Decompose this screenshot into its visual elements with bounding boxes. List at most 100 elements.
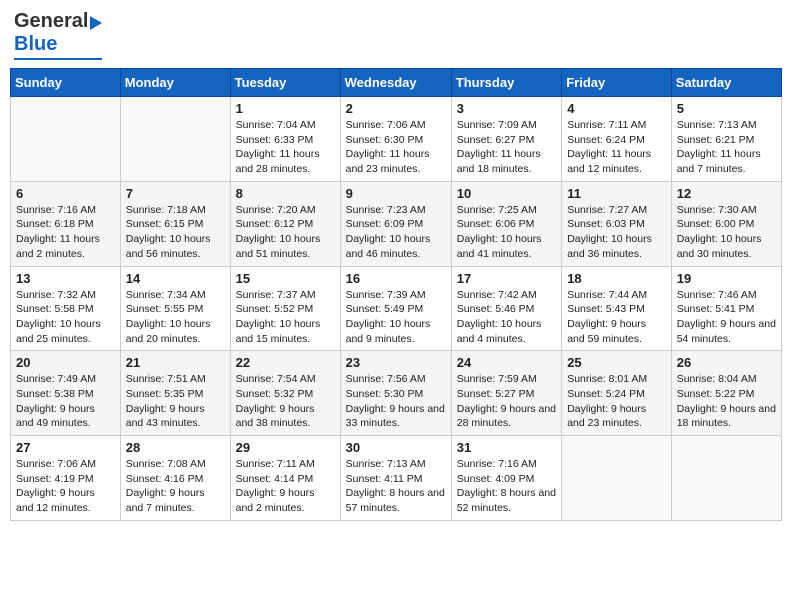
header-day-saturday: Saturday [671, 69, 781, 97]
day-detail: Sunrise: 7:30 AMSunset: 6:00 PMDaylight:… [677, 203, 776, 262]
day-number: 12 [677, 186, 776, 201]
day-detail: Sunrise: 7:06 AMSunset: 6:30 PMDaylight:… [346, 118, 446, 177]
day-detail: Sunrise: 7:46 AMSunset: 5:41 PMDaylight:… [677, 288, 776, 347]
day-detail: Sunrise: 7:25 AMSunset: 6:06 PMDaylight:… [457, 203, 556, 262]
header-day-friday: Friday [562, 69, 672, 97]
day-number: 6 [16, 186, 115, 201]
logo: General Blue [14, 10, 102, 60]
day-number: 15 [236, 271, 335, 286]
calendar-day-cell: 27 Sunrise: 7:06 AMSunset: 4:19 PMDayligh… [11, 436, 121, 521]
calendar-day-cell: 17 Sunrise: 7:42 AMSunset: 5:46 PMDayligh… [451, 266, 561, 351]
day-number: 24 [457, 355, 556, 370]
calendar-day-cell: 22Sunrise: 7:54 AMSunset: 5:32 PMDayligh… [230, 351, 340, 436]
calendar-day-cell: 31Sunrise: 7:16 AMSunset: 4:09 PMDayligh… [451, 436, 561, 521]
day-detail: Sunrise: 7:13 AMSunset: 4:11 PMDaylight:… [346, 457, 446, 516]
day-number: 28 [126, 440, 225, 455]
day-detail: Sunrise: 7:27 AMSunset: 6:03 PMDaylight:… [567, 203, 666, 262]
calendar-week-row: 6 Sunrise: 7:16 AMSunset: 6:18 PMDaylight… [11, 181, 782, 266]
calendar-day-cell: 15 Sunrise: 7:37 AMSunset: 5:52 PMDayligh… [230, 266, 340, 351]
day-number: 7 [126, 186, 225, 201]
day-detail: Sunrise: 7:08 AMSunset: 4:16 PMDaylight:… [126, 457, 225, 516]
day-number: 11 [567, 186, 666, 201]
calendar-day-cell: 3 Sunrise: 7:09 AMSunset: 6:27 PMDaylight… [451, 97, 561, 182]
calendar-day-cell [120, 97, 230, 182]
day-number: 8 [236, 186, 335, 201]
day-detail: Sunrise: 8:04 AMSunset: 5:22 PMDaylight:… [677, 372, 776, 431]
calendar-week-row: 13 Sunrise: 7:32 AMSunset: 5:58 PMDayligh… [11, 266, 782, 351]
header-day-tuesday: Tuesday [230, 69, 340, 97]
day-detail: Sunrise: 7:44 AMSunset: 5:43 PMDaylight:… [567, 288, 666, 347]
day-detail: Sunrise: 7:32 AMSunset: 5:58 PMDaylight:… [16, 288, 115, 347]
header-day-monday: Monday [120, 69, 230, 97]
calendar-day-cell: 13 Sunrise: 7:32 AMSunset: 5:58 PMDayligh… [11, 266, 121, 351]
calendar-day-cell: 19Sunrise: 7:46 AMSunset: 5:41 PMDayligh… [671, 266, 781, 351]
day-number: 3 [457, 101, 556, 116]
day-detail: Sunrise: 7:18 AMSunset: 6:15 PMDaylight:… [126, 203, 225, 262]
day-number: 21 [126, 355, 225, 370]
day-number: 29 [236, 440, 335, 455]
day-number: 9 [346, 186, 446, 201]
calendar-day-cell: 5 Sunrise: 7:13 AMSunset: 6:21 PMDaylight… [671, 97, 781, 182]
calendar-day-cell: 20Sunrise: 7:49 AMSunset: 5:38 PMDayligh… [11, 351, 121, 436]
calendar-day-cell: 2 Sunrise: 7:06 AMSunset: 6:30 PMDaylight… [340, 97, 451, 182]
day-detail: Sunrise: 7:59 AMSunset: 5:27 PMDaylight:… [457, 372, 556, 431]
day-number: 27 [16, 440, 115, 455]
day-number: 13 [16, 271, 115, 286]
day-number: 26 [677, 355, 776, 370]
calendar-day-cell: 21 Sunrise: 7:51 AMSunset: 5:35 PMDayligh… [120, 351, 230, 436]
calendar-day-cell: 26 Sunrise: 8:04 AMSunset: 5:22 PMDayligh… [671, 351, 781, 436]
day-number: 30 [346, 440, 446, 455]
day-detail: Sunrise: 7:34 AMSunset: 5:55 PMDaylight:… [126, 288, 225, 347]
calendar-day-cell: 10Sunrise: 7:25 AMSunset: 6:06 PMDayligh… [451, 181, 561, 266]
day-detail: Sunrise: 8:01 AMSunset: 5:24 PMDaylight:… [567, 372, 666, 431]
header-day-wednesday: Wednesday [340, 69, 451, 97]
calendar-day-cell: 11 Sunrise: 7:27 AMSunset: 6:03 PMDayligh… [562, 181, 672, 266]
day-detail: Sunrise: 7:09 AMSunset: 6:27 PMDaylight:… [457, 118, 556, 177]
day-number: 17 [457, 271, 556, 286]
day-detail: Sunrise: 7:23 AMSunset: 6:09 PMDaylight:… [346, 203, 446, 262]
calendar-day-cell: 29 Sunrise: 7:11 AMSunset: 4:14 PMDayligh… [230, 436, 340, 521]
day-number: 25 [567, 355, 666, 370]
day-detail: Sunrise: 7:16 AMSunset: 4:09 PMDaylight:… [457, 457, 556, 516]
day-number: 23 [346, 355, 446, 370]
calendar-day-cell: 9 Sunrise: 7:23 AMSunset: 6:09 PMDaylight… [340, 181, 451, 266]
day-detail: Sunrise: 7:42 AMSunset: 5:46 PMDaylight:… [457, 288, 556, 347]
calendar-week-row: 20Sunrise: 7:49 AMSunset: 5:38 PMDayligh… [11, 351, 782, 436]
calendar-day-cell: 30 Sunrise: 7:13 AMSunset: 4:11 PMDayligh… [340, 436, 451, 521]
calendar-day-cell [562, 436, 672, 521]
calendar-day-cell: 28 Sunrise: 7:08 AMSunset: 4:16 PMDayligh… [120, 436, 230, 521]
day-detail: Sunrise: 7:39 AMSunset: 5:49 PMDaylight:… [346, 288, 446, 347]
day-detail: Sunrise: 7:51 AMSunset: 5:35 PMDaylight:… [126, 372, 225, 431]
calendar-day-cell: 8Sunrise: 7:20 AMSunset: 6:12 PMDaylight… [230, 181, 340, 266]
calendar-day-cell: 12 Sunrise: 7:30 AMSunset: 6:00 PMDayligh… [671, 181, 781, 266]
day-detail: Sunrise: 7:11 AMSunset: 4:14 PMDaylight:… [236, 457, 335, 516]
day-number: 20 [16, 355, 115, 370]
calendar-week-row: 27 Sunrise: 7:06 AMSunset: 4:19 PMDayligh… [11, 436, 782, 521]
day-detail: Sunrise: 7:11 AMSunset: 6:24 PMDaylight:… [567, 118, 666, 177]
day-number: 5 [677, 101, 776, 116]
day-detail: Sunrise: 7:54 AMSunset: 5:32 PMDaylight:… [236, 372, 335, 431]
calendar-day-cell: 4 Sunrise: 7:11 AMSunset: 6:24 PMDaylight… [562, 97, 672, 182]
day-number: 16 [346, 271, 446, 286]
calendar-day-cell: 14Sunrise: 7:34 AMSunset: 5:55 PMDayligh… [120, 266, 230, 351]
day-detail: Sunrise: 7:37 AMSunset: 5:52 PMDaylight:… [236, 288, 335, 347]
calendar-day-cell: 25 Sunrise: 8:01 AMSunset: 5:24 PMDayligh… [562, 351, 672, 436]
calendar-day-cell [11, 97, 121, 182]
day-number: 18 [567, 271, 666, 286]
calendar-week-row: 1 Sunrise: 7:04 AMSunset: 6:33 PMDaylight… [11, 97, 782, 182]
day-number: 4 [567, 101, 666, 116]
header-day-sunday: Sunday [11, 69, 121, 97]
calendar-table: SundayMondayTuesdayWednesdayThursdayFrid… [10, 68, 782, 521]
day-detail: Sunrise: 7:16 AMSunset: 6:18 PMDaylight:… [16, 203, 115, 262]
calendar-day-cell: 6 Sunrise: 7:16 AMSunset: 6:18 PMDaylight… [11, 181, 121, 266]
calendar-day-cell: 24 Sunrise: 7:59 AMSunset: 5:27 PMDayligh… [451, 351, 561, 436]
day-number: 2 [346, 101, 446, 116]
day-detail: Sunrise: 7:06 AMSunset: 4:19 PMDaylight:… [16, 457, 115, 516]
calendar-day-cell: 18 Sunrise: 7:44 AMSunset: 5:43 PMDayligh… [562, 266, 672, 351]
day-number: 1 [236, 101, 335, 116]
calendar-day-cell: 16 Sunrise: 7:39 AMSunset: 5:49 PMDayligh… [340, 266, 451, 351]
day-detail: Sunrise: 7:04 AMSunset: 6:33 PMDaylight:… [236, 118, 335, 177]
calendar-day-cell: 7 Sunrise: 7:18 AMSunset: 6:15 PMDaylight… [120, 181, 230, 266]
calendar-day-cell: 1 Sunrise: 7:04 AMSunset: 6:33 PMDaylight… [230, 97, 340, 182]
day-detail: Sunrise: 7:13 AMSunset: 6:21 PMDaylight:… [677, 118, 776, 177]
